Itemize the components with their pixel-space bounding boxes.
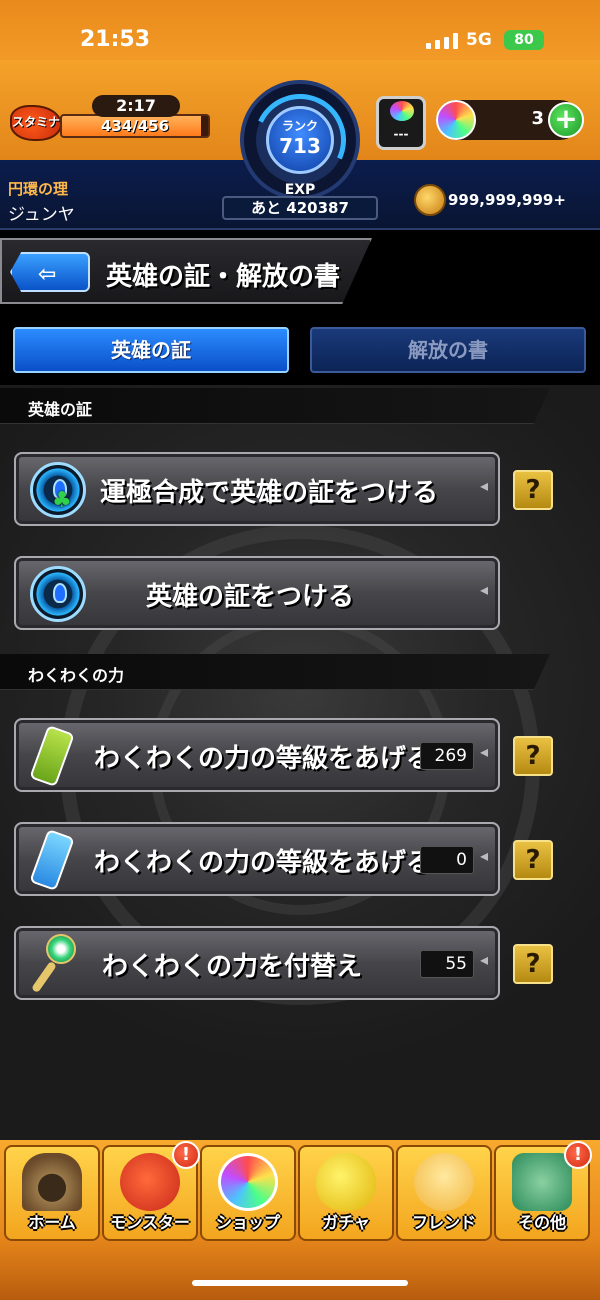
rank-label: ランク [281, 119, 318, 133]
item-count: 55 [420, 950, 474, 978]
signal-icon [426, 33, 458, 49]
nav-gacha[interactable]: ガチャ [298, 1145, 394, 1241]
back-button[interactable]: ⇦ [10, 252, 90, 292]
coin-value: 999,999,999+ [448, 191, 566, 209]
other-icon [512, 1153, 572, 1211]
green-bottle-icon [29, 724, 75, 788]
nav-home[interactable]: ホーム [4, 1145, 100, 1241]
buy-orb-button[interactable]: + [548, 102, 584, 138]
stamina-value: 434/456 [100, 117, 170, 135]
help-button[interactable]: ? [513, 736, 553, 776]
rank-value: 713 [279, 134, 321, 158]
nav-other[interactable]: ! その他 [494, 1141, 592, 1241]
stamina-timer: 2:17 [92, 95, 180, 117]
menu-hero-proof[interactable]: 英雄の証をつける [14, 556, 500, 630]
home-gate-icon [22, 1153, 82, 1211]
section-label: 英雄の証 [28, 400, 93, 419]
tab-hero-proof[interactable]: 英雄の証 [13, 327, 289, 373]
menu-label: 英雄の証をつける [146, 582, 355, 612]
monster-icon [120, 1153, 180, 1211]
nav-label: ガチャ [322, 1213, 370, 1232]
status-bar: 21:53 5G 80 [0, 0, 600, 60]
status-time: 21:53 [80, 27, 151, 52]
friends-icon [414, 1153, 474, 1211]
user-name: ジュンヤ [8, 205, 75, 225]
menu-hero-proof-luck-fusion[interactable]: ♣ 運極合成で英雄の証をつける [14, 452, 500, 526]
menu-label: わくわくの力の等級をあげる [94, 848, 433, 878]
nav-label: モンスター [110, 1213, 190, 1232]
blue-bottle-icon [29, 828, 75, 892]
back-arrow-icon: ⇦ [38, 262, 57, 287]
menu-label: わくわくの力の等級をあげる [94, 744, 433, 774]
orb-slot-button[interactable]: --- [376, 96, 426, 150]
orb-icon [218, 1153, 278, 1211]
network-label: 5G [466, 30, 492, 50]
exp-remaining: あと 420387 [222, 196, 378, 220]
stamina-bar: 434/456 [60, 114, 210, 138]
nav-label: フレンド [411, 1213, 476, 1232]
menu-wakuwaku-swap[interactable]: わくわくの力を付替え 55 [14, 926, 500, 1000]
nav-shop[interactable]: ショップ [200, 1145, 296, 1241]
item-count: 0 [420, 846, 474, 874]
nav-friend[interactable]: フレンド [396, 1145, 492, 1241]
clover-icon: ♣ [52, 488, 72, 513]
menu-label: 運極合成で英雄の証をつける [100, 478, 439, 508]
page-title: 英雄の証・解放の書 [106, 262, 341, 292]
item-count: 269 [420, 742, 474, 770]
help-button[interactable]: ? [513, 470, 553, 510]
wand-icon [30, 934, 84, 994]
nav-label: ホーム [28, 1213, 76, 1232]
alert-badge: ! [172, 1141, 200, 1169]
orb-count: 3 [531, 108, 544, 129]
alert-badge: ! [564, 1141, 592, 1169]
orb-icon [436, 100, 476, 140]
menu-wakuwaku-upgrade-green[interactable]: わくわくの力の等級をあげる 269 [14, 718, 500, 792]
stamina-icon: スタミナ [10, 105, 62, 141]
blue-flame-icon [30, 566, 86, 622]
mini-orb-icon [390, 101, 414, 121]
orb-slot-value: --- [393, 127, 409, 141]
menu-wakuwaku-upgrade-blue[interactable]: わくわくの力の等級をあげる 0 [14, 822, 500, 896]
section-label: わくわくの力 [28, 666, 125, 685]
tab-release-book[interactable]: 解放の書 [310, 327, 586, 373]
rank-circle: ランク 713 [266, 106, 334, 174]
nav-monster[interactable]: ! モンスター [102, 1141, 200, 1241]
egg-icon [316, 1153, 376, 1211]
menu-label: わくわくの力を付替え [102, 952, 363, 982]
nav-label: ショップ [215, 1213, 280, 1232]
help-button[interactable]: ? [513, 944, 553, 984]
nav-label: その他 [517, 1213, 566, 1232]
help-button[interactable]: ? [513, 840, 553, 880]
coin-icon [414, 184, 446, 216]
home-indicator[interactable] [192, 1280, 408, 1286]
battery-icon: 80 [504, 30, 544, 50]
user-title: 円環の理 [8, 180, 69, 198]
